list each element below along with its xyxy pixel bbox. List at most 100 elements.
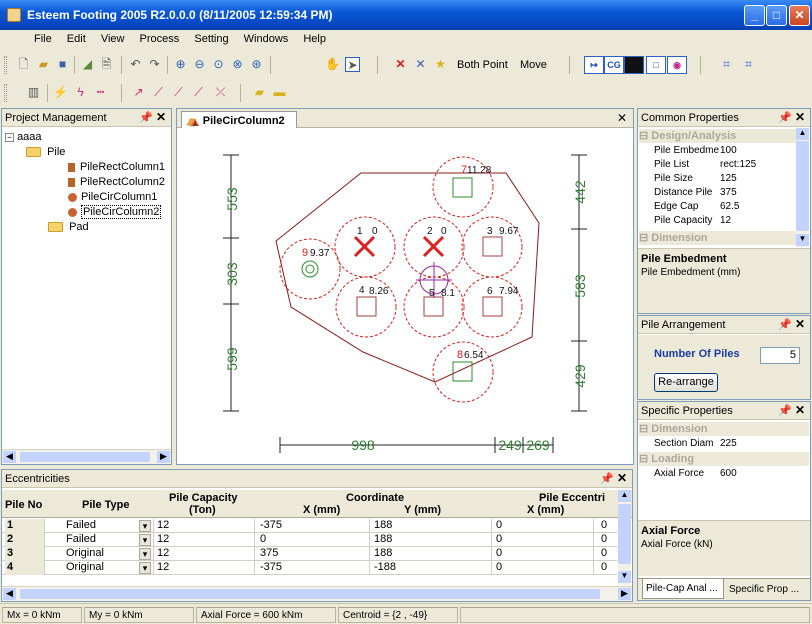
prop-value[interactable]: 125 [720,173,737,184]
pin-icon[interactable]: 📌 [778,404,792,417]
redo-icon[interactable]: ↷ [147,57,162,72]
row-header-cell[interactable]: 4 [5,561,45,575]
row-header-cell[interactable]: 1 [5,519,45,533]
table-cell[interactable]: -188 [372,561,492,575]
angle-tool-icon[interactable]: ⟋ [171,85,186,100]
pin-icon[interactable]: 📌 [778,111,792,124]
table-cell[interactable]: 0 [599,533,619,547]
menu-edit[interactable]: Edit [61,30,92,45]
both-point-button[interactable]: Both Point [457,59,508,71]
line-tool-icon[interactable]: ⚡ [53,85,68,100]
parallelogram-icon[interactable]: ▰ [252,85,267,100]
table-cell[interactable]: 0 [599,519,619,533]
tree-root[interactable]: − aaaa [5,131,42,143]
minimize-button[interactable]: _ [744,5,765,26]
snap-grid-icon[interactable]: ⌗ [741,57,756,72]
props-group-header[interactable]: ⊟ Loading [639,452,809,466]
tab-pile-cap-analysis[interactable]: Pile-Cap Anal ... [642,579,724,599]
polyline-tool-icon[interactable]: ϟ [73,85,88,100]
pan-hand-icon[interactable]: ✋ [325,57,340,72]
scroll-thumb[interactable] [20,452,150,462]
prop-value[interactable]: 600 [720,468,737,479]
scroll-thumb[interactable] [796,141,809,231]
trim-tool-icon[interactable]: ⟋ [191,85,206,100]
table-row[interactable]: 3 Original ▾ 12 375 188 0 0 [2,547,619,561]
pile-type-dropdown-icon[interactable]: ▾ [139,534,151,546]
col-eccentricity[interactable]: Pile Eccentri [539,492,605,504]
table-cell[interactable]: 0 [599,547,619,561]
props-group-header[interactable]: ⊟ Design/Analysis [639,129,796,143]
close-panel-icon[interactable]: ✕ [795,110,805,124]
scroll-up-icon[interactable]: ▲ [618,490,631,502]
scroll-right-icon[interactable]: ▶ [618,588,631,600]
table-row[interactable]: 4 Original ▾ 12 -375 -188 0 0 [2,561,619,575]
delete-icon[interactable]: ✕ [393,57,408,72]
tree-pile-folder[interactable]: Pile [26,146,65,158]
prop-value[interactable]: 12 [720,215,731,226]
scroll-down-icon[interactable]: ▼ [618,571,631,583]
save-icon[interactable]: ■ [55,57,70,72]
zoom-window-icon[interactable]: ⊙ [211,57,226,72]
pile-type-dropdown-icon[interactable]: ▾ [139,562,151,574]
menu-file[interactable]: File [28,30,58,45]
scroll-thumb[interactable] [20,589,600,599]
table-cell[interactable]: 12 [155,519,255,533]
menu-view[interactable]: View [95,30,131,45]
open-icon[interactable]: ▰ [36,57,51,72]
menu-process[interactable]: Process [134,30,186,45]
scroll-thumb[interactable] [618,504,631,564]
footing-drawing[interactable]: 553 303 599 442 583 429 998 249 269 1 0 … [177,129,633,464]
menu-setting[interactable]: Setting [188,30,234,45]
table-cell[interactable]: 0 [494,533,594,547]
table-cell[interactable]: 12 [155,547,255,561]
tab-specific-properties[interactable]: Specific Prop ... [726,581,808,599]
dimension-icon[interactable]: ↦ [584,56,604,74]
print-preview-icon[interactable]: 🗎 [99,57,114,72]
zoom-extents-icon[interactable]: ⊛ [249,57,264,72]
close-panel-icon[interactable]: ✕ [795,403,805,417]
col-pile-type[interactable]: Pile Type [82,499,129,511]
tree-pad-folder[interactable]: Pad [48,221,89,233]
col-pile-no[interactable]: Pile No [5,499,42,511]
snap-icon[interactable]: ⌗ [719,57,734,72]
zoom-in-icon[interactable]: ⊕ [173,57,188,72]
grid-icon[interactable]: ▥ [26,85,41,100]
pin-icon[interactable]: 📌 [600,472,614,485]
pin-icon[interactable]: 📌 [139,111,153,124]
props-group-header[interactable]: ⊟ Dimension [639,422,809,436]
props-group-header[interactable]: ⊟ Dimension [639,231,796,245]
scroll-left-icon[interactable]: ◀ [3,588,16,600]
fill-icon[interactable] [624,56,644,74]
col-x[interactable]: X (mm) [303,504,340,516]
prop-value[interactable]: 225 [720,438,737,449]
col-coordinate[interactable]: Coordinate [346,492,404,504]
scroll-down-icon[interactable]: ▼ [796,234,809,246]
arc-tool-icon[interactable]: ↗ [131,85,146,100]
close-document-icon[interactable]: ✕ [617,111,627,125]
tree-item[interactable]: PileCirColumn1 [68,191,157,203]
tree-item[interactable]: PileRectColumn1 [68,161,165,173]
slope-tool-icon[interactable]: ⟋ [151,85,166,100]
tree-item[interactable]: PileRectColumn2 [68,176,165,188]
move-button[interactable]: Move [520,59,547,71]
document-tab[interactable]: ⛺ PileCirColumn2 [181,111,297,128]
export-icon[interactable]: ◢ [80,57,95,72]
table-row[interactable]: 1 Failed ▾ 12 -375 188 0 0 [2,519,619,533]
delete-all-icon[interactable]: ✕ [413,57,428,72]
table-cell[interactable]: 12 [155,561,255,575]
col-capacity[interactable]: Pile Capacity [169,492,237,504]
number-of-piles-input[interactable]: 5 [760,347,800,364]
vertical-scrollbar[interactable]: ▲ ▼ [618,490,631,585]
maximize-button[interactable]: □ [766,5,787,26]
table-cell[interactable]: 0 [494,519,594,533]
vertical-scrollbar[interactable]: ▲ ▼ [796,128,809,247]
table-cell[interactable]: 0 [494,561,594,575]
row-header-cell[interactable]: 2 [5,533,45,547]
col-y[interactable]: Y (mm) [404,504,441,516]
menu-windows[interactable]: Windows [238,30,295,45]
scroll-left-icon[interactable]: ◀ [3,451,16,463]
erase-tool-icon[interactable]: ⤫ [213,85,228,100]
toolbar-grip[interactable] [4,84,7,102]
close-panel-icon[interactable]: ✕ [795,317,805,331]
close-button[interactable]: ✕ [789,5,810,26]
